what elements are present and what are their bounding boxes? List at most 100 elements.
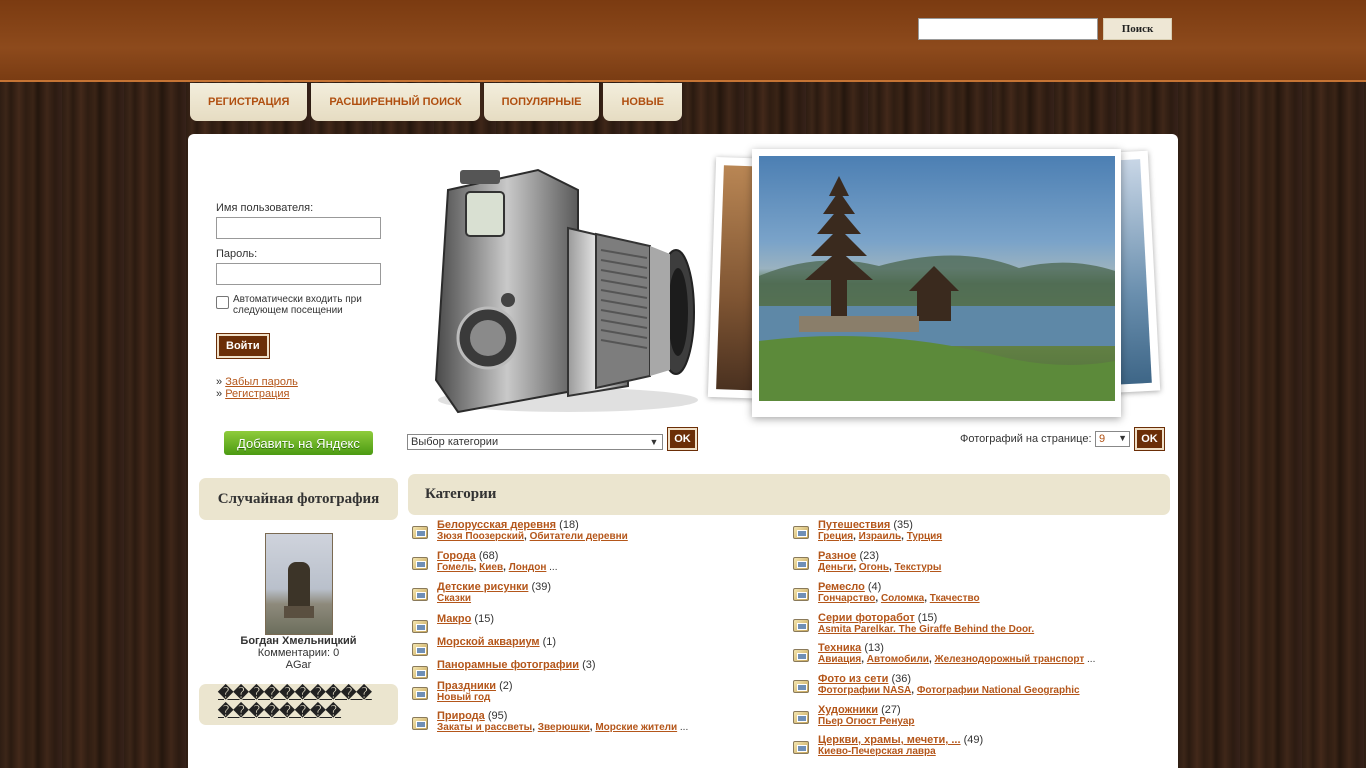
subcategory-link[interactable]: Гончарство [818,593,875,604]
random-photo-caption: Богдан Хмельницкий Комментарии: 0 AGar [199,635,398,671]
subcategory-list: Гомель, Киев, Лондон ... [437,562,558,573]
nav-tab-registration[interactable]: РЕГИСТРАЦИЯ [190,83,308,121]
remember-me-checkbox[interactable] [216,296,229,309]
category-link[interactable]: Ремесло [818,581,865,593]
nav-tab-new[interactable]: НОВЫЕ [603,83,683,121]
category-link[interactable]: Фото из сети [818,673,888,685]
subcategory-link[interactable]: Деньги [818,562,853,573]
category-item: Церкви, храмы, мечети, ... (49) Киево-Печ… [789,734,1159,758]
username-field[interactable] [216,217,381,239]
category-count: (23) [859,550,880,562]
subcategory-link[interactable]: Киево-Печерская лавра [818,746,936,757]
subcategory-link[interactable]: Железнодорожный транспорт [935,654,1085,665]
category-link[interactable]: Белорусская деревня [437,519,556,531]
category-item: Ремесло (4) Гончарство, Соломка, Ткачеств… [789,581,1159,605]
subcategory-link[interactable]: Морские жители [595,722,677,733]
subcategory-link[interactable]: Закаты и рассветы [437,722,532,733]
subcategory-list: Киево-Печерская лавра [818,746,1159,758]
subcategory-link[interactable]: Asmita Parelkar. The Giraffe Behind the … [818,624,1034,635]
category-link[interactable]: Детские рисунки [437,581,528,593]
subcategory-link[interactable]: Израиль [859,531,901,542]
bullet: » [216,376,223,388]
folder-photo-icon [793,619,809,632]
subcategory-link[interactable]: Автомобили [867,654,929,665]
temple-photo [759,156,1115,401]
subcategory-link[interactable]: Фотографии NASA [818,685,911,696]
folder-photo-icon [793,588,809,601]
garbled-text-box[interactable]: ���������� �������� [199,684,398,725]
category-link[interactable]: Праздники [437,680,496,692]
per-page-ok-button[interactable]: OK [1134,427,1165,451]
category-count: (36) [891,673,912,685]
camera-illustration [434,168,698,414]
category-link[interactable]: Серии фоторабот [818,612,915,624]
subcategory-link[interactable]: Обитатели деревни [530,531,628,542]
register-link[interactable]: Регистрация [225,388,289,400]
subcategory-list: Авиация, Автомобили, Железнодорожный тра… [818,654,1096,665]
category-link[interactable]: Морской аквариум [437,636,540,648]
password-field[interactable] [216,263,381,285]
subcategory-link[interactable]: Гомель [437,562,474,573]
forgot-password-link[interactable]: Забыл пароль [225,376,298,388]
category-count: (49) [963,734,984,746]
header-bar: Поиск [0,0,1366,82]
random-photo-thumbnail[interactable] [265,533,333,635]
subcategory-link[interactable]: Лондон [509,562,547,573]
bullet: » [216,388,223,400]
subcategory-link[interactable]: Зверюшки [538,722,590,733]
subcategory-link[interactable]: Пьер Огюст Ренуар [818,716,915,727]
folder-photo-icon [793,741,809,754]
category-select[interactable]: Выбор категории ▼ [407,434,663,450]
category-ok-button[interactable]: OK [667,427,698,451]
category-link[interactable]: Природа [437,710,485,722]
subcategory-link[interactable]: Новый год [437,692,490,703]
category-link[interactable]: Макро [437,613,471,625]
category-link[interactable]: Художники [818,704,878,716]
random-photo-author: AGar [285,659,312,671]
category-link[interactable]: Церкви, храмы, мечети, ... [818,734,961,746]
subcategory-link[interactable]: Сказки [437,593,471,604]
search-button[interactable]: Поиск [1103,18,1172,40]
remember-me-label: Автоматически входить при следующем посе… [233,294,362,316]
subcategory-link[interactable]: Авиация [818,654,861,665]
subcategory-link[interactable]: Текстуры [895,562,942,573]
login-button[interactable]: Войти [216,333,270,359]
category-count: (3) [582,659,596,671]
per-page-select[interactable]: 9 ▼ [1095,431,1130,447]
category-count: (2) [499,680,513,692]
category-link[interactable]: Разное [818,550,856,562]
category-count: (95) [487,710,508,722]
subcategory-link[interactable]: Турция [907,531,942,542]
subcategory-list: Закаты и рассветы, Зверюшки, Морские жит… [437,722,689,733]
category-count: (68) [478,550,499,562]
subcategory-link[interactable]: Киев [479,562,503,573]
category-link[interactable]: Техника [818,642,861,654]
category-item: Фото из сети (36) Фотографии NASA, Фотогр… [789,673,1159,697]
category-count: (1) [542,636,557,648]
folder-photo-icon [793,711,809,724]
category-link[interactable]: Панорамные фотографии [437,659,579,671]
subcategory-link[interactable]: Ткачество [930,593,980,604]
subcategory-list: Новый год [437,692,778,704]
subcategory-list: Зюзя Поозерский, Обитатели деревни [437,531,628,542]
folder-photo-icon [412,717,428,730]
per-page-value: 9 [1099,433,1106,445]
nav-tab-advanced-search[interactable]: РАСШИРЕННЫЙ ПОИСК [311,83,480,121]
subcategory-link[interactable]: Зюзя Поозерский [437,531,524,542]
subcategory-link[interactable]: Огонь [859,562,889,573]
category-link[interactable]: Города [437,550,476,562]
subcategory-link[interactable]: Фотографии National Geographic [917,685,1080,696]
subcategory-list: Гончарство, Соломка, Ткачество [818,593,980,604]
search-input[interactable] [918,18,1098,40]
subcategory-link[interactable]: Греция [818,531,853,542]
category-item: Морской аквариум (1) [408,636,778,656]
password-label: Пароль: [216,248,258,260]
add-to-yandex-button[interactable]: Добавить на Яндекс [224,431,373,455]
category-count: (4) [867,581,882,593]
subcategory-link[interactable]: Соломка [881,593,924,604]
category-item: Художники (27) Пьер Огюст Ренуар [789,704,1159,728]
login-links: » Забыл пароль » Регистрация [216,376,396,400]
category-link[interactable]: Путешествия [818,519,890,531]
folder-photo-icon [793,526,809,539]
nav-tab-popular[interactable]: ПОПУЛЯРНЫЕ [483,83,600,121]
